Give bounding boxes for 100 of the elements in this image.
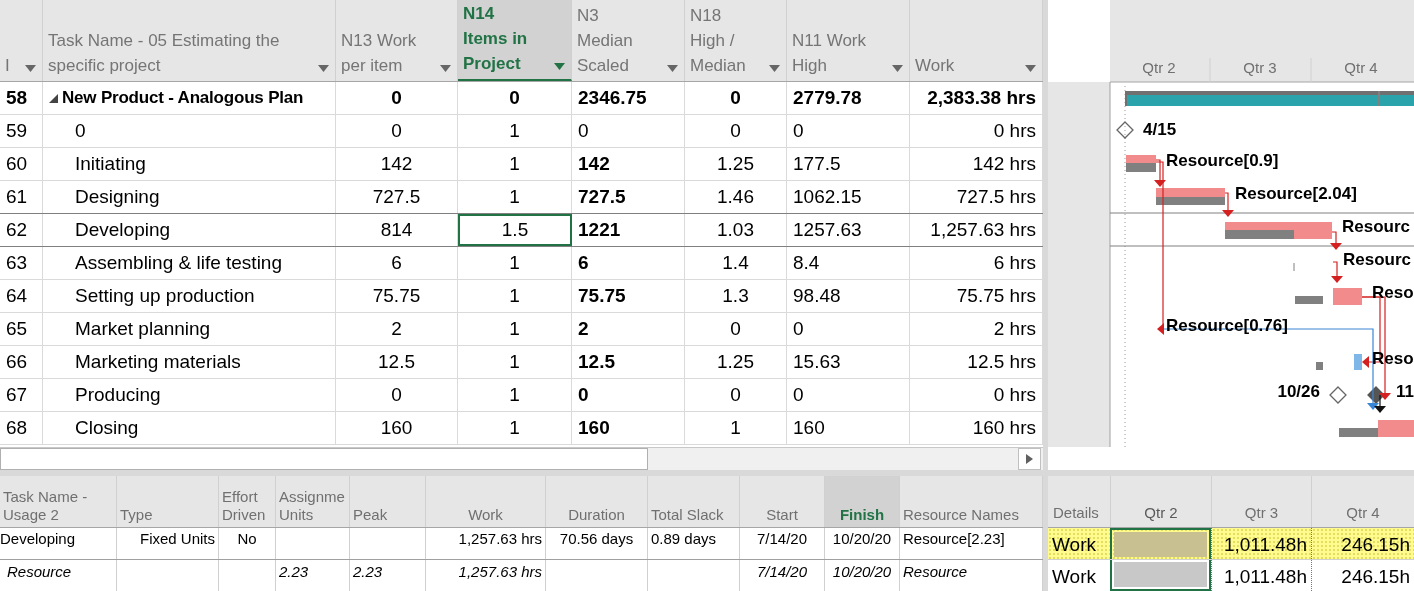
table-row[interactable]: 65 Market planning 2 1 2 0 0 2 hrs [0,313,1043,346]
table-cell: 1.5 [458,214,572,246]
table-row[interactable]: 60 Initiating 142 1 142 1.25 177.5 142 hrs [0,148,1043,181]
table-cell: 10/20/20 [825,560,900,591]
bar-label: Reso [1372,283,1414,302]
dropdown-arrow-icon[interactable] [1025,65,1036,72]
table-cell: No [219,528,276,559]
table-cell: 727.5 [336,181,458,213]
table-cell: 0 [336,82,458,114]
table-cell: 10/20/20 [825,528,900,559]
collapse-triangle-icon[interactable] [49,93,58,103]
table-cell: 12.5 [336,346,458,378]
table-cell: 2779.78 [787,82,910,114]
table-cell: 7/14/20 [740,528,825,559]
table-row[interactable]: 62 Developing 814 1.5 1221 1.03 1257.63 1,257.63 hrs [0,213,1043,247]
table-cell: 1 [458,412,572,444]
timephased-cell[interactable] [1110,560,1211,591]
column-header[interactable]: Qtr 2 [1110,476,1211,527]
dropdown-arrow-icon[interactable] [554,63,565,70]
timephased-cell[interactable]: 246.15h [1311,528,1414,559]
table-cell: 1221 [572,214,685,246]
table-cell: 0 [787,379,910,411]
table-cell: 1 [458,379,572,411]
column-header[interactable]: Finish [825,476,900,527]
timephased-cell[interactable] [1110,528,1211,559]
column-header[interactable]: Task Name - 05 Estimating the specific project [43,0,336,81]
row-number: 67 [0,379,43,411]
bar-label: Resourc [1342,217,1411,236]
dropdown-arrow-icon[interactable] [667,65,678,72]
column-header[interactable]: Effort Driven [219,476,276,527]
bar-label: Resource[0.9] [1166,151,1279,170]
table-cell: 0.89 days [648,528,740,559]
table-row[interactable]: 58 New Product - Analogous Plan 0 0 2346.75 0 2779.78 2,383.38 hrs [0,82,1043,115]
task-name: Producing [75,384,161,406]
detail-row[interactable]: Work 1,011.48h 246.15h [1048,528,1414,560]
column-header[interactable]: Type [117,476,219,527]
column-header[interactable]: Total Slack [648,476,740,527]
column-header[interactable]: Peak [350,476,426,527]
dropdown-arrow-icon[interactable] [440,65,451,72]
table-cell: 70.56 days [546,528,648,559]
table-cell: 2.23 [276,560,350,591]
column-header[interactable]: N18 High / Median [685,0,787,81]
table-cell: 727.5 [572,181,685,213]
detail-row[interactable]: Work 1,011.48h 246.15h [1048,560,1414,591]
table-cell: 75.75 [572,280,685,312]
detail-label: Work [1051,533,1097,557]
bar-label: Resource[2.04] [1235,184,1357,203]
column-header[interactable]: N11 Work High [787,0,910,81]
column-header[interactable]: Task Name - Usage 2 [0,476,117,527]
column-header[interactable]: Assignme Units [276,476,350,527]
bar-label: Resourc [1343,250,1412,269]
table-row[interactable]: 67 Producing 0 1 0 0 0 0 hrs [0,379,1043,412]
task-name: Setting up production [75,285,255,307]
table-cell: 1.03 [685,214,787,246]
table-cell: 2 [572,313,685,345]
task-name: 0 [75,120,86,142]
column-header[interactable]: Qtr 4 [1311,476,1414,527]
dependency-arrow [1331,261,1343,283]
right-arrow-icon [1026,454,1033,464]
table-row[interactable]: 64 Setting up production 75.75 1 75.75 1.3 98.48 75.75 hrs [0,280,1043,313]
table-cell: 160 [787,412,910,444]
table-cell: 1257.63 [787,214,910,246]
table-cell: 177.5 [787,148,910,180]
column-header[interactable]: N14 Items in Project [458,0,572,81]
timephased-cell[interactable]: 1,011.48h [1211,528,1311,559]
table-cell: 0 [336,379,458,411]
column-header[interactable]: I [0,0,43,81]
column-header[interactable]: Work [426,476,546,527]
timephased-cell[interactable]: 1,011.48h [1211,560,1311,591]
table-cell: 814 [336,214,458,246]
dropdown-arrow-icon[interactable] [769,65,780,72]
table-cell: 1.46 [685,181,787,213]
column-header[interactable]: N3 Median Scaled [572,0,685,81]
timephased-cell[interactable]: 246.15h [1311,560,1414,591]
row-number: 60 [0,148,43,180]
horizontal-scrollbar[interactable] [0,448,648,470]
table-cell: 1.25 [685,346,787,378]
table-cell: 1 [458,148,572,180]
task-name: Designing [75,186,160,208]
bar-label: Reso [1372,349,1414,368]
dropdown-arrow-icon[interactable] [318,65,329,72]
dependency-arrow [1222,192,1234,217]
task-bar[interactable] [1295,288,1362,305]
scroll-right-button[interactable] [1018,448,1041,470]
table-row[interactable]: 68 Closing 160 1 160 1 160 160 hrs [0,412,1043,445]
column-header[interactable]: Duration [546,476,648,527]
table-cell: 1 [458,313,572,345]
table-cell: 0 [685,379,787,411]
table-cell: Developing [0,528,117,559]
dropdown-arrow-icon[interactable] [892,65,903,72]
dropdown-arrow-icon[interactable] [25,65,36,72]
timescale-label: Qtr 4 [1344,59,1378,76]
table-row[interactable]: 59 0 0 1 0 0 0 0 hrs [0,115,1043,148]
table-cell: 0 [572,379,685,411]
table-row[interactable]: 66 Marketing materials 12.5 1 12.5 1.25 15.63 12.5 hrs [0,346,1043,379]
column-header-label: N13 Work per item [341,30,418,77]
column-header[interactable]: Qtr 3 [1211,476,1311,527]
task-name: Marketing materials [75,351,241,373]
table-row[interactable]: 63 Assembling & life testing 6 1 6 1.4 8.4 6 hrs [0,247,1043,280]
task-name: Developing [75,219,171,241]
